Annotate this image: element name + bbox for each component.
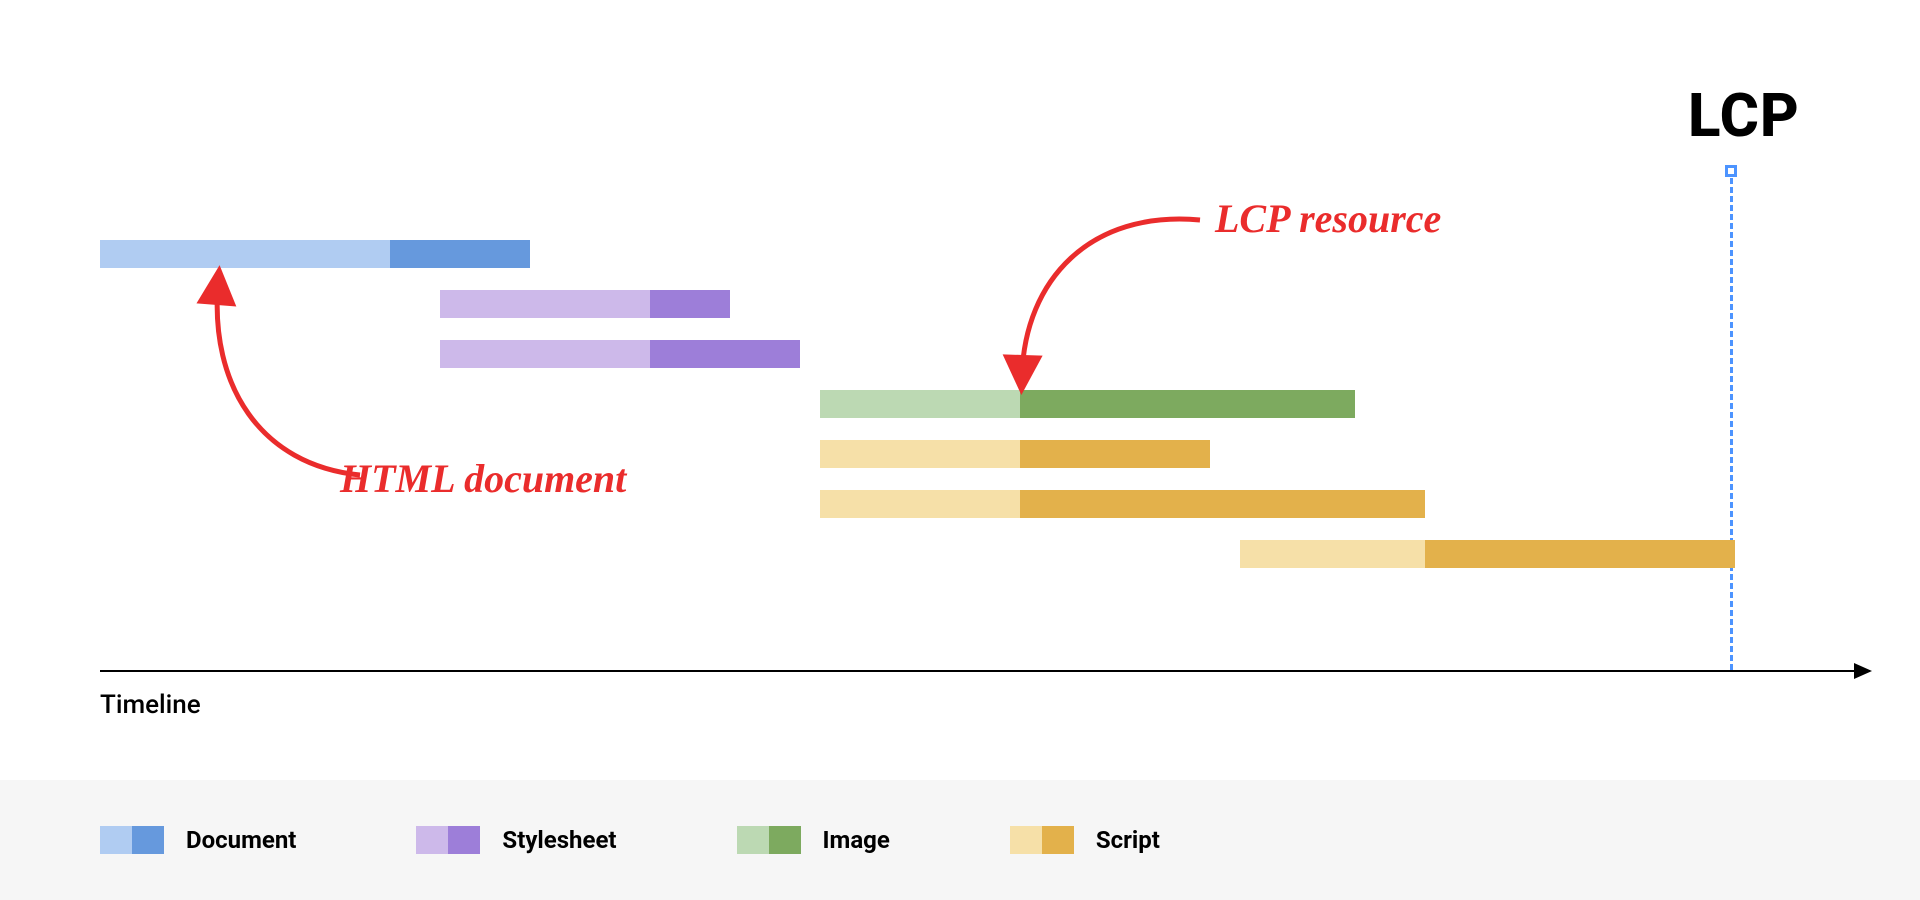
bar-phase-light xyxy=(100,240,390,268)
legend-item-document: Document xyxy=(100,826,296,854)
bar-script xyxy=(820,490,1425,518)
legend-item-script: Script xyxy=(1010,826,1160,854)
bar-phase-dark xyxy=(1425,540,1735,568)
bar-script xyxy=(820,440,1210,468)
bar-phase-dark xyxy=(650,340,800,368)
bar-phase-light xyxy=(440,340,650,368)
annotation-lcp-resource: LCP resource xyxy=(1215,195,1441,242)
bar-phase-dark xyxy=(650,290,730,318)
legend-swatch-icon xyxy=(416,826,480,854)
legend-swatch-icon xyxy=(737,826,801,854)
timeline-axis-label: Timeline xyxy=(100,690,201,720)
bar-phase-light xyxy=(820,490,1020,518)
legend-swatch-icon xyxy=(100,826,164,854)
legend-swatch-icon xyxy=(1010,826,1074,854)
legend-label: Stylesheet xyxy=(502,826,616,854)
bar-phase-dark xyxy=(1020,490,1425,518)
bar-document xyxy=(100,240,530,268)
bar-phase-light xyxy=(440,290,650,318)
bar-phase-dark xyxy=(390,240,530,268)
bar-phase-light xyxy=(820,390,1020,418)
timeline-axis xyxy=(100,670,1870,672)
bar-stylesheet xyxy=(440,290,730,318)
legend: Document Stylesheet Image Script xyxy=(0,780,1920,900)
bar-stylesheet xyxy=(440,340,800,368)
bar-phase-light xyxy=(1240,540,1425,568)
legend-item-image: Image xyxy=(737,826,890,854)
annotation-html-document: HTML document xyxy=(340,455,626,502)
legend-label: Document xyxy=(186,826,296,854)
bar-phase-dark xyxy=(1020,440,1210,468)
legend-label: Image xyxy=(823,826,890,854)
bar-script xyxy=(1240,540,1735,568)
legend-item-stylesheet: Stylesheet xyxy=(416,826,616,854)
legend-label: Script xyxy=(1096,826,1160,854)
bar-phase-light xyxy=(820,440,1020,468)
